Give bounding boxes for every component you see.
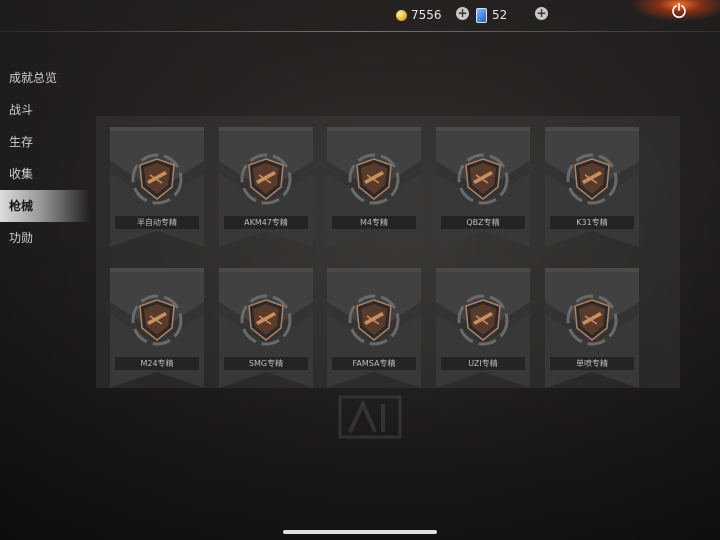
medal-card[interactable]: M24专精 — [110, 268, 204, 388]
medal-label: UZI专精 — [441, 357, 525, 370]
medal-label: FAMSA专精 — [332, 357, 416, 370]
medal-card[interactable]: K31专精 — [545, 127, 639, 247]
sidebar-item-label: 战斗 — [9, 103, 34, 117]
medal-card[interactable]: QBZ专精 — [436, 127, 530, 247]
medal-card[interactable]: FAMSA专精 — [327, 268, 421, 388]
sidebar-item-label: 生存 — [9, 135, 34, 149]
medal-banner — [327, 272, 421, 388]
sidebar-item-merit[interactable]: 功勋 — [0, 222, 90, 254]
medal-label: AKM47专精 — [224, 216, 308, 229]
top-divider — [0, 31, 720, 32]
home-indicator — [283, 530, 437, 534]
add-coins-button[interactable]: + — [456, 7, 469, 20]
add-cards-button[interactable]: + — [535, 7, 548, 20]
medal-banner — [327, 131, 421, 247]
sidebar-item-label: 枪械 — [9, 199, 34, 213]
watermark-logo-icon — [338, 395, 402, 439]
sidebar-item-label: 功勋 — [9, 231, 34, 245]
medal-card[interactable]: AKM47专精 — [219, 127, 313, 247]
sidebar-item-survival[interactable]: 生存 — [0, 126, 90, 158]
sidebar-item-combat[interactable]: 战斗 — [0, 94, 90, 126]
medal-card[interactable]: SMG专精 — [219, 268, 313, 388]
coin-count: 7556 — [411, 8, 442, 22]
coin-icon — [396, 9, 407, 21]
medal-banner — [436, 131, 530, 247]
sidebar-item-label: 成就总览 — [9, 71, 58, 85]
medal-card[interactable]: 半自动专精 — [110, 127, 204, 247]
medal-banner — [219, 131, 313, 247]
card-icon — [476, 7, 487, 23]
medal-banner — [545, 131, 639, 247]
medal-banner — [110, 131, 204, 247]
medal-label: QBZ专精 — [441, 216, 525, 229]
top-bar: 7556 + 52 + — [0, 0, 720, 32]
sidebar-item-firearms[interactable]: 枪械 — [0, 190, 90, 222]
medal-label: M4专精 — [332, 216, 416, 229]
medal-card[interactable]: M4专精 — [327, 127, 421, 247]
medal-banner — [110, 272, 204, 388]
medal-label: 单喷专精 — [550, 357, 634, 370]
sidebar-item-collection[interactable]: 收集 — [0, 158, 90, 190]
medal-banner — [436, 272, 530, 388]
power-glow — [630, 0, 720, 22]
category-sidebar: 成就总览 战斗 生存 收集 枪械 功勋 — [0, 62, 90, 254]
medal-label: K31专精 — [550, 216, 634, 229]
medal-card[interactable]: 单喷专精 — [545, 268, 639, 388]
medal-banner — [545, 272, 639, 388]
coin-balance: 7556 — [396, 7, 442, 23]
medal-label: M24专精 — [115, 357, 199, 370]
card-balance: 52 — [476, 7, 507, 23]
medal-label: 半自动专精 — [115, 216, 199, 229]
medal-banner — [219, 272, 313, 388]
card-count: 52 — [492, 8, 508, 22]
medal-card[interactable]: UZI专精 — [436, 268, 530, 388]
medal-label: SMG专精 — [224, 357, 308, 370]
sidebar-item-label: 收集 — [9, 167, 34, 181]
sidebar-item-overview[interactable]: 成就总览 — [0, 62, 90, 94]
power-icon[interactable] — [671, 2, 687, 18]
